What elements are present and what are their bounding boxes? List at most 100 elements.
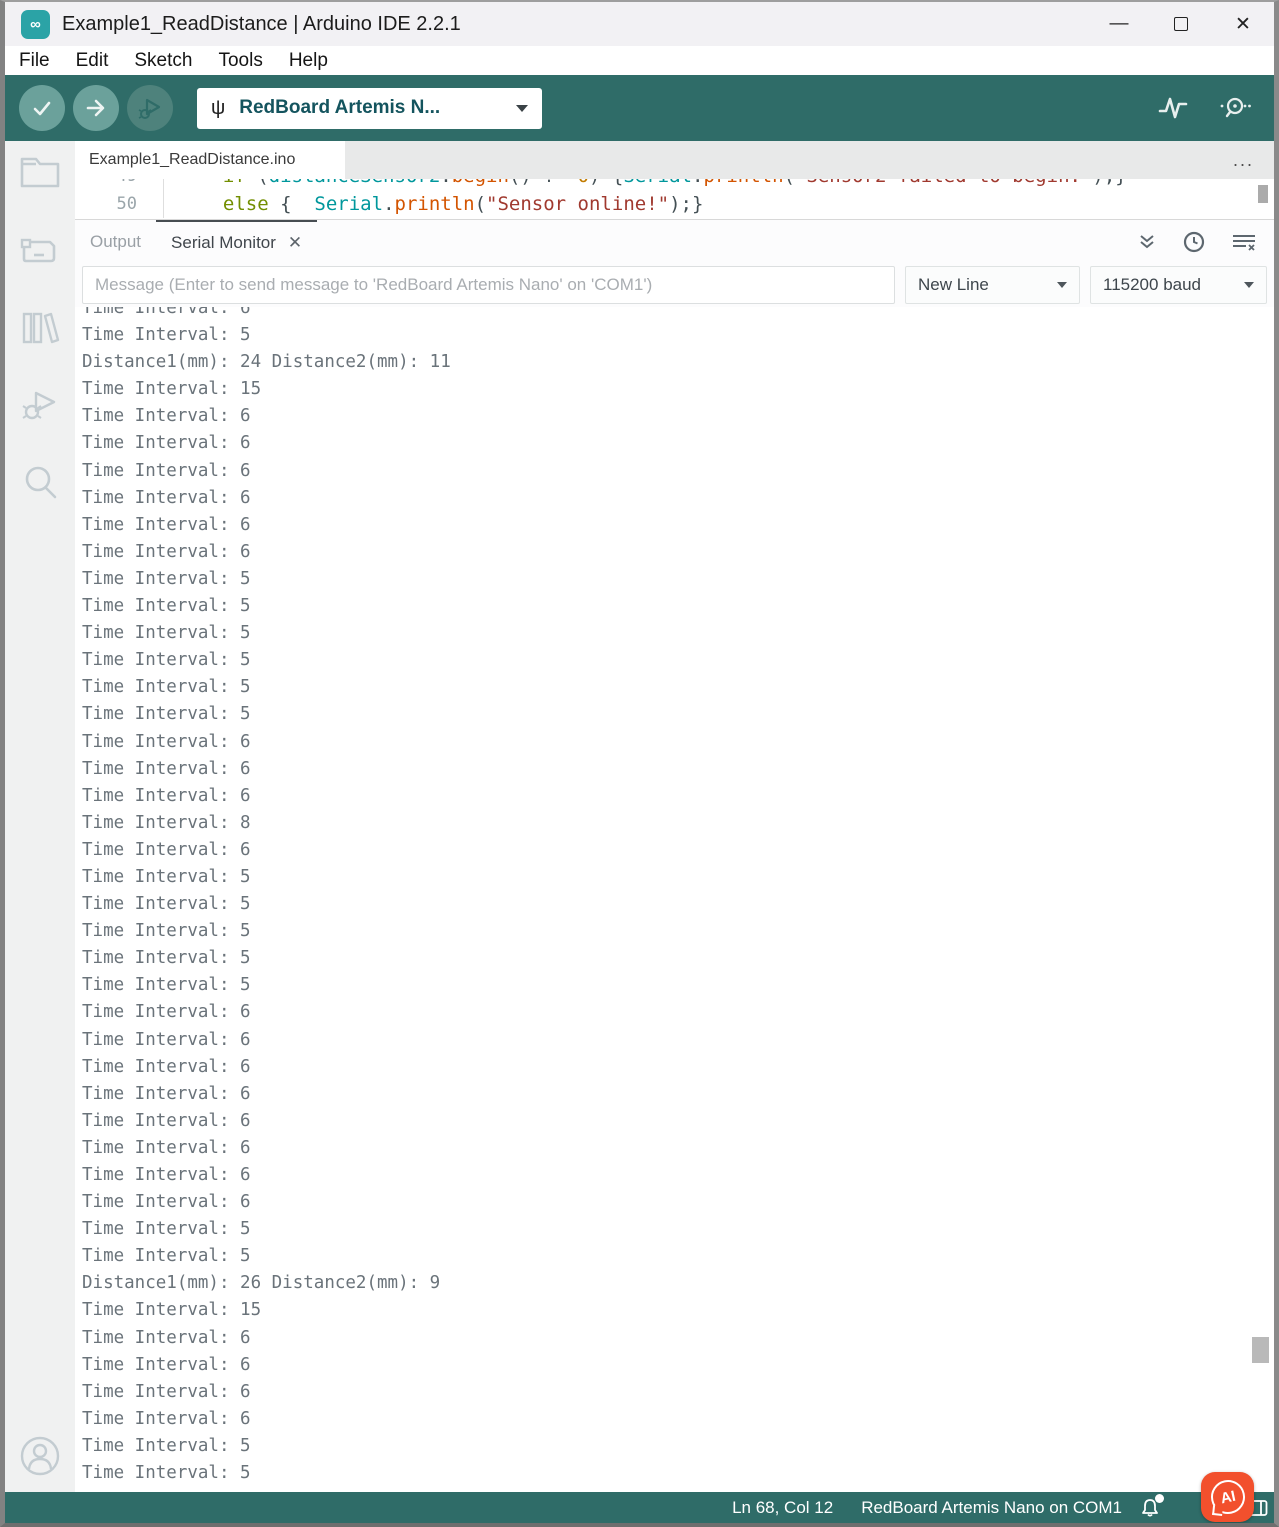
ai-label: AI <box>1218 1487 1236 1507</box>
timestamp-icon[interactable] <box>1183 231 1205 253</box>
close-serial-monitor-icon[interactable]: ✕ <box>288 233 302 253</box>
clear-output-icon[interactable] <box>1232 233 1256 251</box>
serial-line: Time Interval: 6 <box>82 1081 1274 1108</box>
serial-line: Time Interval: 6 <box>82 1325 1274 1352</box>
code-line: 49 if (distanceSensor2.begin() != 0) {Se… <box>75 179 1274 190</box>
serial-line: Time Interval: 6 <box>82 783 1274 810</box>
maximize-button[interactable] <box>1150 2 1212 46</box>
serial-line: Time Interval: 6 <box>82 1027 1274 1054</box>
verify-button[interactable] <box>19 85 65 131</box>
serial-line: Time Interval: 6 <box>82 1108 1274 1135</box>
board-selector[interactable]: ψ RedBoard Artemis N... <box>197 88 542 129</box>
serial-output-area[interactable]: Time Interval: 6Time Interval: 5Distance… <box>75 307 1274 1492</box>
serial-line: Time Interval: 6 <box>82 756 1274 783</box>
arduino-logo-icon: ∞ <box>21 10 50 39</box>
debug-sidebar-icon[interactable] <box>18 383 62 427</box>
statusbar: Ln 68, Col 12 RedBoard Artemis Nano on C… <box>5 1492 1274 1523</box>
serial-monitor-icon[interactable] <box>1218 95 1252 121</box>
baud-rate-value: 115200 baud <box>1103 275 1201 295</box>
chevron-down-icon <box>1057 282 1067 288</box>
menu-tools[interactable]: Tools <box>205 50 275 72</box>
line-ending-select[interactable]: New Line <box>905 266 1080 304</box>
debug-button[interactable] <box>127 85 173 131</box>
serial-line: Time Interval: 5 <box>82 972 1274 999</box>
chevron-down-icon <box>516 105 528 112</box>
bug-play-icon <box>137 95 163 121</box>
library-manager-icon[interactable] <box>18 306 62 350</box>
sketchbook-folder-icon[interactable] <box>18 151 62 195</box>
menu-edit[interactable]: Edit <box>63 50 122 72</box>
line-number: 49 <box>75 179 163 190</box>
minimize-button[interactable]: — <box>1088 2 1150 46</box>
line-number: 50 <box>75 190 163 218</box>
serial-line: Time Interval: 5 <box>82 1433 1274 1460</box>
toolbar: ψ RedBoard Artemis N... <box>5 75 1274 141</box>
tab-serial-monitor[interactable]: Serial Monitor ✕ <box>156 220 317 263</box>
serial-line: Time Interval: 15 <box>82 376 1274 403</box>
serial-line: Time Interval: 6 <box>82 999 1274 1026</box>
serial-monitor-tab-label: Serial Monitor <box>171 233 276 253</box>
serial-line: Time Interval: 6 <box>82 1406 1274 1433</box>
check-icon <box>30 96 54 120</box>
close-button[interactable]: ✕ <box>1212 2 1274 46</box>
serial-line: Time Interval: 6 <box>82 837 1274 864</box>
serial-line: Time Interval: 5 <box>82 647 1274 674</box>
serial-line: Time Interval: 5 <box>82 322 1274 349</box>
ai-bubble-icon: AI <box>1207 1477 1247 1517</box>
board-port-status: RedBoard Artemis Nano on COM1 <box>861 1498 1122 1518</box>
serial-plotter-icon[interactable] <box>1158 95 1188 121</box>
upload-button[interactable] <box>73 85 119 131</box>
titlebar: ∞ Example1_ReadDistance | Arduino IDE 2.… <box>5 2 1274 46</box>
arrow-right-icon <box>84 96 108 120</box>
baud-rate-select[interactable]: 115200 baud <box>1090 266 1267 304</box>
serial-line: Time Interval: 5 <box>82 701 1274 728</box>
activity-sidebar <box>5 141 75 1492</box>
serial-line: Time Interval: 6 <box>82 430 1274 457</box>
serial-line: Time Interval: 5 <box>82 566 1274 593</box>
serial-line: Time Interval: 6 <box>82 403 1274 430</box>
tab-overflow-menu[interactable]: ... <box>1233 150 1254 171</box>
serial-line: Time Interval: 15 <box>82 1297 1274 1324</box>
serial-send-row: New Line 115200 baud <box>75 263 1274 307</box>
serial-line: Time Interval: 6 <box>82 1054 1274 1081</box>
serial-line: Time Interval: 6 <box>82 512 1274 539</box>
collapse-panel-icon[interactable] <box>1138 234 1156 250</box>
serial-line: Time Interval: 5 <box>82 891 1274 918</box>
ai-assistant-button[interactable]: AI <box>1201 1472 1254 1522</box>
tab-output[interactable]: Output <box>75 220 156 263</box>
editor-scrollbar[interactable] <box>1258 185 1268 203</box>
editor-tabbar: Example1_ReadDistance.ino ... <box>75 141 1274 179</box>
account-icon[interactable] <box>18 1434 62 1478</box>
serial-line: Time Interval: 6 <box>82 729 1274 756</box>
window-title: Example1_ReadDistance | Arduino IDE 2.2.… <box>62 13 461 36</box>
serial-line: Time Interval: 6 <box>82 1162 1274 1189</box>
serial-line: Time Interval: 6 <box>82 307 1274 322</box>
panel-header: Output Serial Monitor ✕ <box>75 219 1274 263</box>
menubar: FileEditSketchToolsHelp <box>5 46 1274 75</box>
code-text: else { Serial.println("Sensor online!");… <box>163 190 1274 218</box>
serial-message-input[interactable] <box>82 266 895 304</box>
menu-file[interactable]: File <box>6 50 63 72</box>
serial-line: Distance1(mm): 24 Distance2(mm): 11 <box>82 349 1274 376</box>
serial-line: Time Interval: 6 <box>82 1135 1274 1162</box>
serial-line: Time Interval: 6 <box>82 1379 1274 1406</box>
menu-help[interactable]: Help <box>276 50 341 72</box>
notification-dot <box>1155 1494 1164 1503</box>
serial-line: Time Interval: 6 <box>82 1189 1274 1216</box>
serial-line: Time Interval: 8 <box>82 810 1274 837</box>
serial-line: Time Interval: 5 <box>82 593 1274 620</box>
serial-line: Time Interval: 6 <box>82 1352 1274 1379</box>
menu-sketch[interactable]: Sketch <box>121 50 205 72</box>
line-ending-value: New Line <box>918 275 989 295</box>
serial-line: Time Interval: 6 <box>82 539 1274 566</box>
code-editor[interactable]: 49 if (distanceSensor2.begin() != 0) {Se… <box>75 179 1274 219</box>
notifications-bell-icon[interactable] <box>1140 1498 1160 1518</box>
boards-manager-icon[interactable] <box>18 229 62 273</box>
serial-scrollbar-thumb[interactable] <box>1252 1337 1269 1363</box>
serial-line: Time Interval: 6 <box>82 485 1274 512</box>
search-icon[interactable] <box>18 461 62 505</box>
code-line: 50 else { Serial.println("Sensor online!… <box>75 190 1274 218</box>
serial-line: Time Interval: 5 <box>82 620 1274 647</box>
tab-sketch[interactable]: Example1_ReadDistance.ino <box>75 141 345 179</box>
serial-line: Time Interval: 5 <box>82 945 1274 972</box>
